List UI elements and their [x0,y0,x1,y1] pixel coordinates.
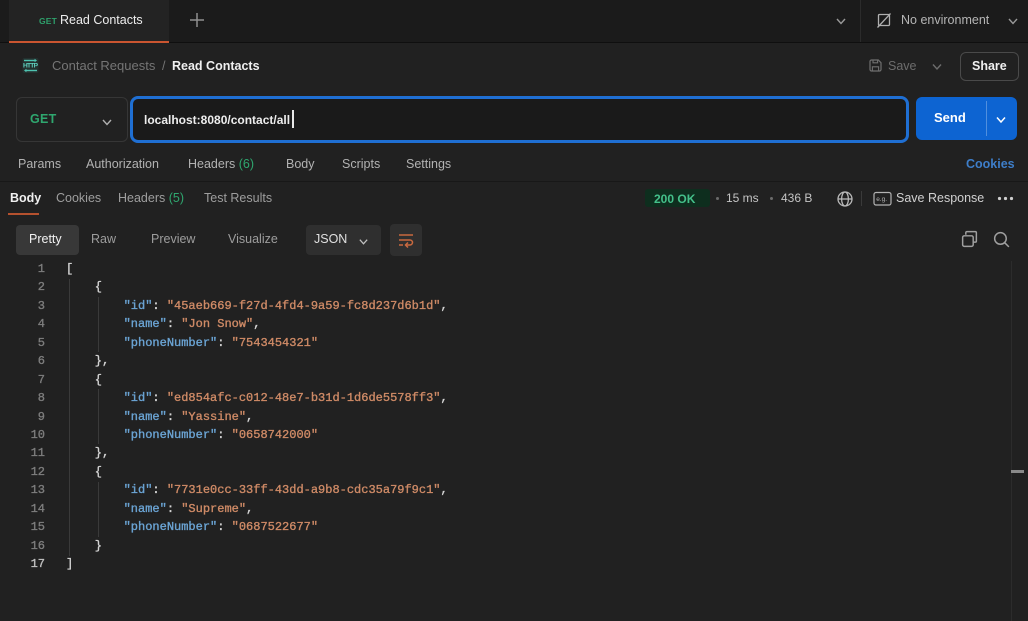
svg-text:HTTP: HTTP [23,63,39,70]
svg-text:e.g.: e.g. [876,196,887,203]
